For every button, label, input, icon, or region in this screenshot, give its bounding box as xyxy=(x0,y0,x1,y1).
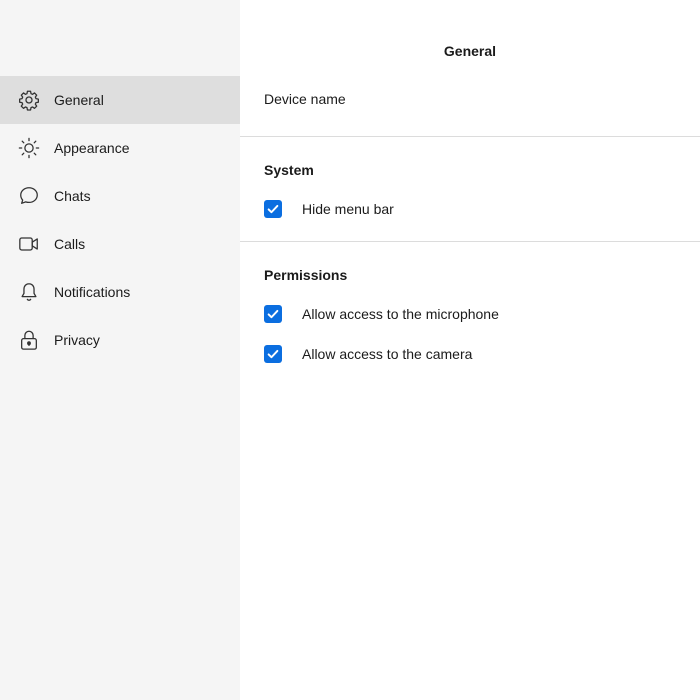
device-name-label[interactable]: Device name xyxy=(264,91,346,107)
sidebar-item-label: Notifications xyxy=(54,284,131,300)
gear-icon xyxy=(18,89,40,111)
checkmark-icon xyxy=(267,309,279,319)
sidebar-item-privacy[interactable]: Privacy xyxy=(0,316,240,364)
settings-panel: General Device name System Hide menu bar… xyxy=(240,0,700,700)
sun-icon xyxy=(18,137,40,159)
page-title: General xyxy=(443,43,497,59)
sidebar-item-general[interactable]: General xyxy=(0,76,240,124)
divider xyxy=(240,241,700,242)
divider xyxy=(240,136,700,137)
hide-menu-bar-label: Hide menu bar xyxy=(302,201,394,217)
camera-access-option[interactable]: Allow access to the camera xyxy=(264,345,472,363)
checkmark-icon xyxy=(267,349,279,359)
section-title-permissions: Permissions xyxy=(264,267,348,283)
sidebar-item-label: Chats xyxy=(54,188,91,204)
microphone-access-checkbox[interactable] xyxy=(264,305,282,323)
microphone-access-option[interactable]: Allow access to the microphone xyxy=(264,305,499,323)
sidebar-item-appearance[interactable]: Appearance xyxy=(0,124,240,172)
settings-window: General Appearance Chats Calls Notificat… xyxy=(0,0,700,700)
sidebar-item-calls[interactable]: Calls xyxy=(0,220,240,268)
sidebar: General Appearance Chats Calls Notificat… xyxy=(0,0,240,700)
sidebar-item-label: General xyxy=(54,92,104,108)
bell-icon xyxy=(18,281,40,303)
hide-menu-bar-option[interactable]: Hide menu bar xyxy=(264,200,394,218)
section-title-system: System xyxy=(264,162,314,178)
microphone-access-label: Allow access to the microphone xyxy=(302,306,499,322)
sidebar-item-label: Appearance xyxy=(54,140,130,156)
camera-access-checkbox[interactable] xyxy=(264,345,282,363)
sidebar-item-label: Privacy xyxy=(54,332,100,348)
sidebar-item-chats[interactable]: Chats xyxy=(0,172,240,220)
sidebar-item-label: Calls xyxy=(54,236,86,252)
lock-icon xyxy=(18,329,40,351)
camera-access-label: Allow access to the camera xyxy=(302,346,473,362)
checkmark-icon xyxy=(267,204,279,214)
hide-menu-bar-checkbox[interactable] xyxy=(264,200,282,218)
chat-bubble-icon xyxy=(18,185,40,207)
sidebar-item-notifications[interactable]: Notifications xyxy=(0,268,240,316)
video-camera-icon xyxy=(18,233,40,255)
